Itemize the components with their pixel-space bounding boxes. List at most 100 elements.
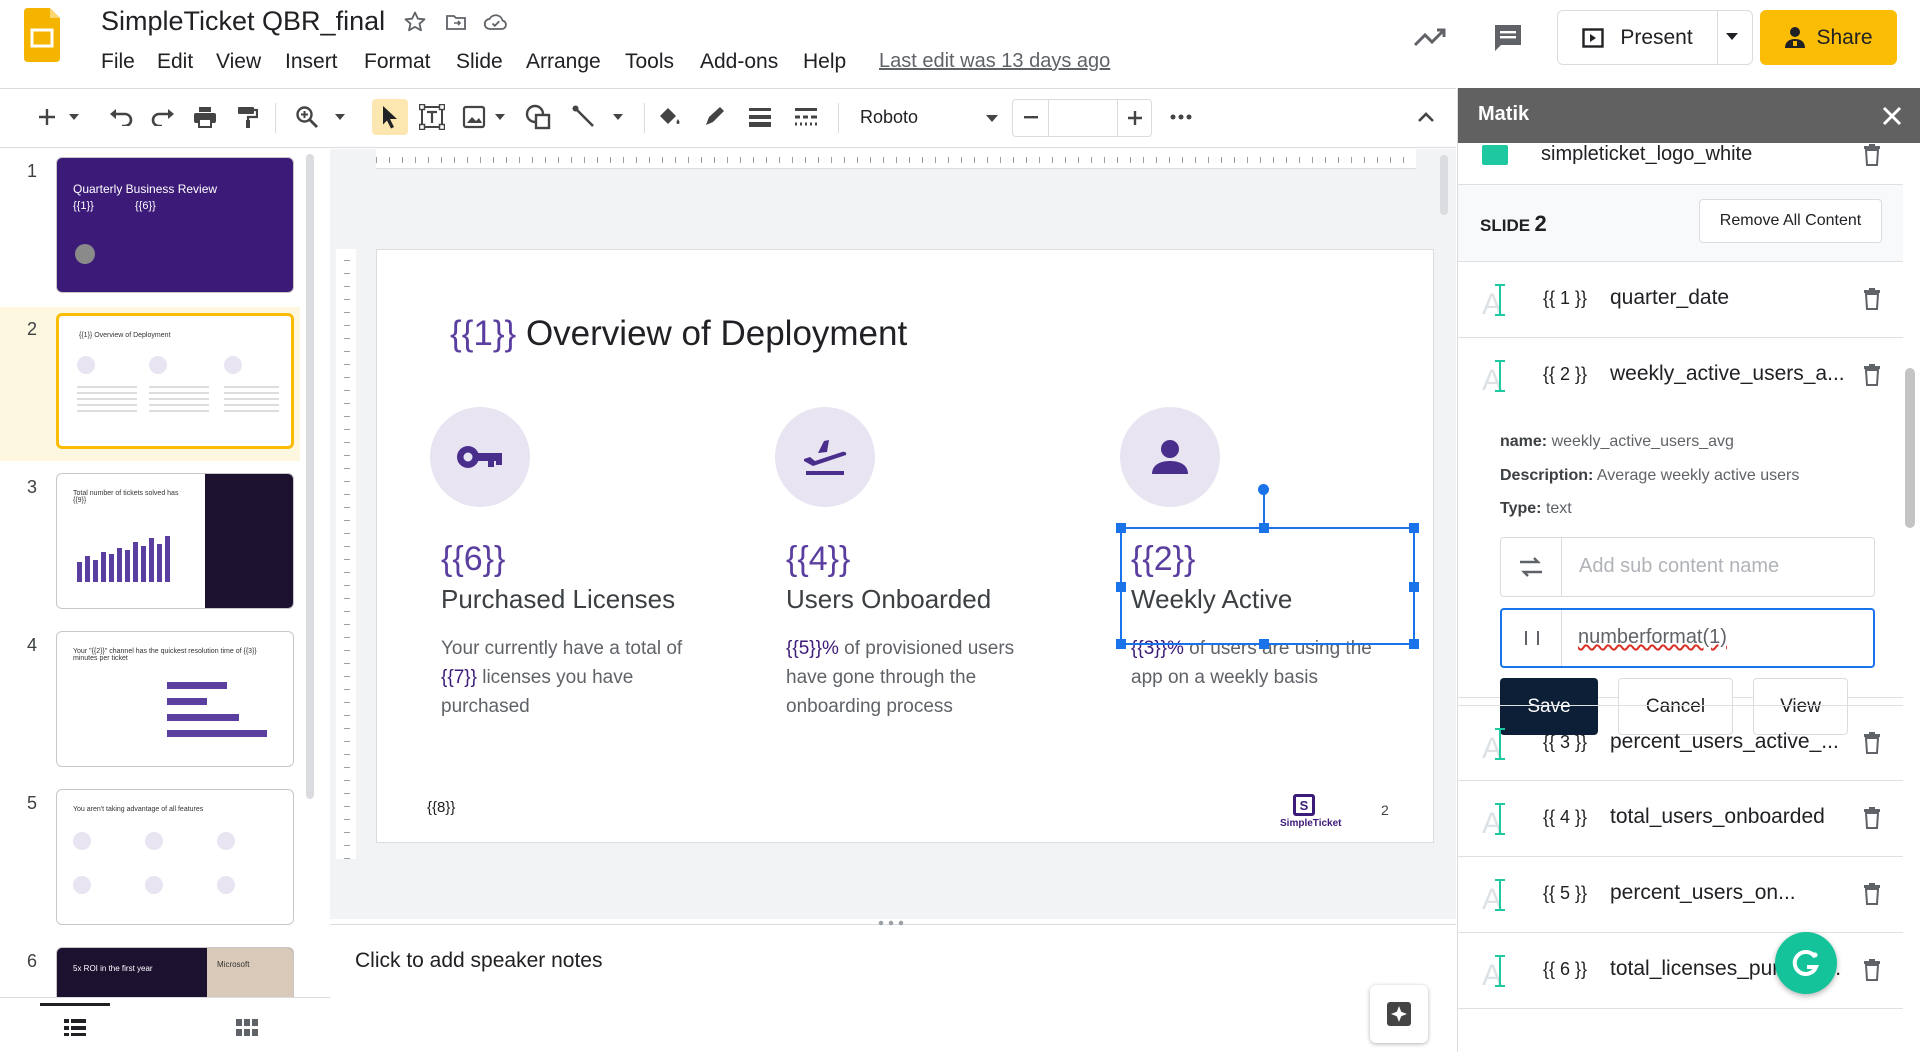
slide-thumbnail-selected[interactable]: {{1}} Overview of Deployment bbox=[56, 313, 294, 449]
thumbnail-row[interactable]: 5 You aren't taking advantage of all fea… bbox=[0, 781, 300, 935]
trash-icon[interactable] bbox=[1863, 144, 1883, 168]
trash-icon[interactable] bbox=[1863, 364, 1883, 388]
comments-icon[interactable] bbox=[1488, 18, 1528, 58]
cloud-saved-icon[interactable] bbox=[482, 8, 510, 36]
last-edit-link[interactable]: Last edit was 13 days ago bbox=[879, 50, 1110, 73]
slide-thumbnail[interactable]: 5x ROI in the first year Microsoft bbox=[56, 947, 294, 999]
trash-icon[interactable] bbox=[1863, 959, 1883, 983]
speaker-notes[interactable]: Click to add speaker notes bbox=[330, 920, 1456, 1052]
line-dropdown-icon[interactable] bbox=[608, 99, 628, 135]
slide-thumbnail[interactable]: Total number of tickets solved has {{9}} bbox=[56, 473, 294, 609]
resize-handle[interactable] bbox=[1409, 639, 1419, 649]
rotate-handle-dot[interactable] bbox=[1258, 484, 1269, 495]
swap-icon[interactable] bbox=[1501, 538, 1562, 596]
border-weight-icon[interactable] bbox=[742, 99, 778, 135]
menu-tools[interactable]: Tools bbox=[625, 50, 674, 74]
paint-format-icon[interactable] bbox=[229, 99, 265, 135]
menu-addons[interactable]: Add-ons bbox=[700, 50, 778, 74]
resize-handle[interactable] bbox=[1116, 639, 1126, 649]
thumbnail-row[interactable]: 4 Your "{{2}}" channel has the quickest … bbox=[0, 623, 300, 777]
thumbnail-row[interactable]: 2 {{1}} Overview of Deployment bbox=[0, 307, 300, 461]
onboarded-tag[interactable]: {{4}} bbox=[786, 540, 850, 579]
filmstrip-view-icon[interactable] bbox=[40, 1003, 110, 1047]
menu-slide[interactable]: Slide bbox=[456, 50, 503, 74]
filmstrip-scrollbar[interactable] bbox=[306, 154, 314, 799]
increase-font-size-button[interactable] bbox=[1117, 100, 1152, 136]
thumbnail-row[interactable]: 6 5x ROI in the first year Microsoft bbox=[0, 939, 300, 999]
select-arrow-icon[interactable] bbox=[372, 99, 408, 135]
slide-thumbnail[interactable]: Quarterly Business Review {{1}} {{6}} bbox=[56, 157, 294, 293]
share-button[interactable]: Share bbox=[1760, 10, 1897, 65]
panel-scrollbar[interactable] bbox=[1905, 368, 1915, 528]
slide-thumbnail[interactable]: You aren't taking advantage of all featu… bbox=[56, 789, 294, 925]
font-family-select[interactable]: Roboto bbox=[858, 99, 1008, 135]
zoom-icon[interactable] bbox=[289, 99, 325, 135]
tag-row[interactable]: A {{ 3 }} percent_users_active_... bbox=[1458, 705, 1903, 781]
document-title[interactable]: SimpleTicket QBR_final bbox=[101, 6, 385, 37]
tag-row[interactable]: A {{ 6 }} total_licenses_purchas... bbox=[1458, 933, 1903, 1009]
selection-box[interactable] bbox=[1116, 484, 1419, 649]
logo-item-row[interactable]: simpleticket_logo_white bbox=[1458, 143, 1903, 185]
zoom-dropdown-icon[interactable] bbox=[330, 99, 350, 135]
resize-handle[interactable] bbox=[1259, 639, 1269, 649]
tag-row[interactable]: A {{ 1 }} quarter_date bbox=[1458, 262, 1903, 338]
print-icon[interactable] bbox=[187, 99, 223, 135]
more-options-icon[interactable] bbox=[1163, 99, 1199, 135]
trash-icon[interactable] bbox=[1863, 807, 1883, 831]
trash-icon[interactable] bbox=[1863, 732, 1883, 756]
grid-view-icon[interactable] bbox=[225, 1006, 269, 1050]
onboarded-description[interactable]: {{5}}% of provisioned users have gone th… bbox=[786, 634, 1086, 721]
tag-row-expanded[interactable]: A {{ 2 }} weekly_active_users_a... name:… bbox=[1458, 338, 1903, 735]
canvas-scrollbar[interactable] bbox=[1440, 155, 1448, 215]
notes-resize-handle[interactable] bbox=[876, 920, 906, 926]
licenses-description[interactable]: Your currently have a total of {{7}} lic… bbox=[441, 634, 741, 721]
redo-icon[interactable] bbox=[145, 99, 181, 135]
slide-2[interactable]: {{1}} Overview of Deployment {{6}} Purch… bbox=[376, 249, 1434, 843]
onboarded-label[interactable]: Users Onboarded bbox=[786, 584, 991, 615]
resize-handle[interactable] bbox=[1116, 582, 1126, 592]
present-button[interactable]: Present bbox=[1557, 10, 1753, 65]
format-pipe-icon[interactable] bbox=[1502, 610, 1562, 666]
resize-handle[interactable] bbox=[1409, 582, 1419, 592]
grammarly-icon[interactable] bbox=[1775, 932, 1837, 994]
image-icon[interactable] bbox=[456, 99, 492, 135]
trash-icon[interactable] bbox=[1863, 883, 1883, 907]
licenses-label[interactable]: Purchased Licenses bbox=[441, 584, 675, 615]
slides-logo[interactable] bbox=[24, 8, 60, 62]
slide-title[interactable]: {{1}} Overview of Deployment bbox=[450, 314, 907, 354]
licenses-tag[interactable]: {{6}} bbox=[441, 540, 505, 579]
remove-all-content-button[interactable]: Remove All Content bbox=[1699, 199, 1882, 243]
font-size-input[interactable] bbox=[1050, 100, 1116, 136]
resize-handle[interactable] bbox=[1409, 523, 1419, 533]
menu-format[interactable]: Format bbox=[364, 50, 431, 74]
menu-insert[interactable]: Insert bbox=[285, 50, 338, 74]
sub-content-input[interactable]: Add sub content name bbox=[1579, 555, 1779, 578]
explore-button[interactable] bbox=[1370, 985, 1428, 1043]
close-icon[interactable] bbox=[1878, 102, 1906, 130]
activity-trend-icon[interactable] bbox=[1410, 20, 1450, 56]
menu-help[interactable]: Help bbox=[803, 50, 846, 74]
menu-arrange[interactable]: Arrange bbox=[526, 50, 601, 74]
resize-handle[interactable] bbox=[1259, 523, 1269, 533]
border-color-icon[interactable] bbox=[696, 99, 732, 135]
trash-icon[interactable] bbox=[1863, 288, 1883, 312]
tag-row[interactable]: A {{ 5 }} percent_users_on... bbox=[1458, 857, 1903, 933]
move-folder-icon[interactable] bbox=[442, 8, 470, 36]
tag-row[interactable]: A {{ 4 }} total_users_onboarded bbox=[1458, 781, 1903, 857]
thumbnail-row[interactable]: 1 Quarterly Business Review {{1}} {{6}} bbox=[0, 149, 300, 303]
border-dash-icon[interactable] bbox=[788, 99, 824, 135]
shape-icon[interactable] bbox=[520, 99, 556, 135]
new-slide-dropdown-icon[interactable] bbox=[64, 99, 84, 135]
text-box-icon[interactable] bbox=[414, 99, 450, 135]
undo-icon[interactable] bbox=[103, 99, 139, 135]
image-dropdown-icon[interactable] bbox=[490, 99, 510, 135]
present-dropdown-icon[interactable] bbox=[1726, 33, 1738, 40]
footer-tag[interactable]: {{8}} bbox=[427, 799, 455, 816]
collapse-toolbar-icon[interactable] bbox=[1408, 99, 1444, 135]
thumbnail-row[interactable]: 3 Total number of tickets solved has {{9… bbox=[0, 465, 300, 619]
fill-color-icon[interactable] bbox=[651, 99, 687, 135]
slide-thumbnail[interactable]: Your "{{2}}" channel has the quickest re… bbox=[56, 631, 294, 767]
star-icon[interactable] bbox=[401, 8, 429, 36]
menu-file[interactable]: File bbox=[101, 50, 135, 74]
menu-edit[interactable]: Edit bbox=[157, 50, 193, 74]
